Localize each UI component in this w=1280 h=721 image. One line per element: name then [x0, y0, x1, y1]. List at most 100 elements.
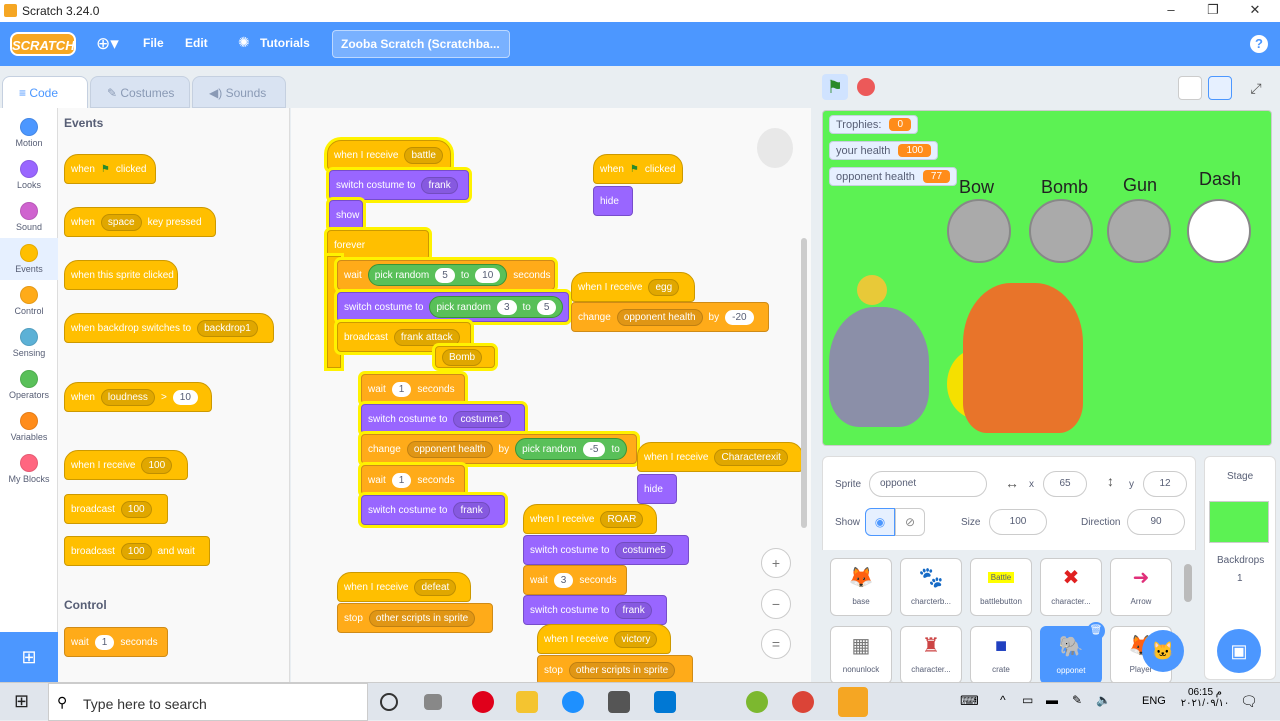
add-backdrop-icon[interactable]: ▣: [1217, 629, 1261, 673]
when-i-receive-block[interactable]: when I receive 100: [64, 450, 188, 480]
mail-icon[interactable]: [654, 691, 676, 713]
category-looks[interactable]: Looks: [0, 154, 58, 196]
category-sensing[interactable]: Sensing: [0, 322, 58, 364]
when-backdrop-switches-block[interactable]: when backdrop switches to backdrop1: [64, 313, 274, 343]
when-receive-battle-block[interactable]: when I receive battle: [327, 140, 451, 170]
sprite-thumb-nonunlock[interactable]: ▦ nonunlock: [830, 626, 892, 684]
tab-costumes[interactable]: ✎ Costumes: [90, 76, 190, 108]
volume-icon[interactable]: 🔈: [1096, 693, 1111, 707]
bow-icon[interactable]: [947, 199, 1011, 263]
zoom-reset-button[interactable]: =: [761, 629, 791, 659]
stage-thumbnail[interactable]: [1209, 501, 1269, 543]
wait-3-block[interactable]: wait 3 seconds: [523, 565, 627, 595]
dash-icon[interactable]: [1187, 199, 1251, 263]
forever-block[interactable]: forever: [327, 230, 429, 260]
switch-costume5-block[interactable]: switch costume to costume5: [523, 535, 689, 565]
category-events[interactable]: Events: [0, 238, 58, 280]
close-button[interactable]: ✕: [1240, 2, 1270, 20]
x-input[interactable]: 65: [1043, 471, 1087, 497]
windows-start-icon[interactable]: ⊞: [14, 691, 29, 712]
language-indicator[interactable]: ENG: [1142, 695, 1166, 707]
category-variables[interactable]: Variables: [0, 406, 58, 448]
cortana-icon[interactable]: [380, 693, 398, 711]
broadcast-block[interactable]: broadcast 100: [64, 494, 168, 524]
broadcast-and-wait-block[interactable]: broadcast 100 and wait: [64, 536, 210, 566]
switch-costume-frank-block-2[interactable]: switch costume to frank: [523, 595, 667, 625]
large-stage-icon[interactable]: [1208, 76, 1232, 100]
sprite-thumb-crate[interactable]: ■ crate: [970, 626, 1032, 684]
switch-costume-frank-block[interactable]: switch costume to frank: [361, 495, 505, 525]
opponet-sprite[interactable]: [829, 307, 929, 427]
when-sprite-clicked-block[interactable]: when this sprite clicked: [64, 260, 178, 290]
sprite-thumb-base[interactable]: 🦊 base: [830, 558, 892, 616]
when-loudness-block[interactable]: when loudness >10: [64, 382, 212, 412]
show-visible-icon[interactable]: ◉: [865, 508, 895, 536]
hide-block-2[interactable]: hide: [637, 474, 677, 504]
y-input[interactable]: 12: [1143, 471, 1187, 497]
add-sprite-icon[interactable]: 🐱: [1142, 630, 1184, 672]
bomb-dropdown[interactable]: Bomb: [435, 346, 495, 368]
when-flag-clicked-script[interactable]: when ⚑ clicked: [593, 154, 683, 184]
sprite-thumb-battlebutton[interactable]: Battle battlebutton: [970, 558, 1032, 616]
wait-1-block[interactable]: wait 1 seconds: [361, 374, 465, 404]
category-control[interactable]: Control: [0, 280, 58, 322]
hide-visible-icon[interactable]: ⊘: [895, 508, 925, 536]
sprite-thumb-character[interactable]: ♜ character...: [900, 626, 962, 684]
sprite-thumb-arrow[interactable]: ➜ Arrow: [1110, 558, 1172, 616]
green-flag-icon[interactable]: ⚑: [822, 74, 848, 100]
scratch-logo[interactable]: SCRATCH: [10, 32, 76, 56]
category-sound[interactable]: Sound: [0, 196, 58, 238]
wait-random-block[interactable]: wait pick random 5 to 10 seconds: [337, 260, 555, 290]
category-operators[interactable]: Operators: [0, 364, 58, 406]
when-receive-victory-block[interactable]: when I receive victory: [537, 624, 671, 654]
change-opponent-health-minus20-block[interactable]: change opponent health by -20: [571, 302, 769, 332]
category-my-blocks[interactable]: My Blocks: [0, 448, 58, 490]
wait-seconds-block[interactable]: wait 1 seconds: [64, 627, 168, 657]
store-icon[interactable]: [608, 691, 630, 713]
sprite-thumb-character-x[interactable]: ✖ character...: [1040, 558, 1102, 616]
taskbar-search-box[interactable]: ⚲ Type here to search: [48, 683, 368, 721]
stage-selector[interactable]: Stage Backdrops 1 ▣: [1204, 456, 1276, 680]
when-flag-clicked-block[interactable]: when ⚑ clicked: [64, 154, 156, 184]
change-opponent-health-block[interactable]: change opponent health by pick random -5 to: [361, 434, 637, 464]
stop-other-scripts-block-2[interactable]: stop other scripts in sprite: [537, 655, 693, 685]
hide-block[interactable]: hide: [593, 186, 633, 216]
opera-icon[interactable]: [472, 691, 494, 713]
vertical-scrollbar[interactable]: [801, 238, 807, 528]
add-extension-icon[interactable]: ⊞: [0, 632, 58, 682]
fullscreen-icon[interactable]: ⤢: [1244, 76, 1268, 100]
clock[interactable]: 06:15 م ٢٠٢١/٠٩/١٠: [1180, 687, 1230, 709]
when-receive-characterexit-block[interactable]: when I receive Characterexit: [637, 442, 803, 472]
small-stage-icon[interactable]: [1178, 76, 1202, 100]
network-icon[interactable]: ▭: [1022, 693, 1033, 707]
when-receive-roar-block[interactable]: when I receive ROAR: [523, 504, 657, 534]
sprite-name-input[interactable]: opponet: [869, 471, 987, 497]
app-green-icon[interactable]: [746, 691, 768, 713]
notifications-icon[interactable]: 🗨: [1240, 693, 1258, 710]
size-input[interactable]: 100: [989, 509, 1047, 535]
show-block[interactable]: show: [329, 200, 363, 230]
scratch-taskbar-icon[interactable]: [838, 687, 868, 717]
switch-costume1-block[interactable]: switch costume to costume1: [361, 404, 525, 434]
delete-sprite-icon[interactable]: 🗑: [1087, 622, 1105, 640]
zoom-out-button[interactable]: −: [761, 589, 791, 619]
help-icon[interactable]: ?: [1250, 35, 1268, 53]
sprite-list-scrollbar[interactable]: [1184, 564, 1192, 602]
stop-other-scripts-block[interactable]: stop other scripts in sprite: [337, 603, 493, 633]
switch-costume-random-block[interactable]: switch costume to pick random 3 to 5: [337, 292, 569, 322]
chevron-up-icon[interactable]: ^: [1000, 693, 1006, 707]
bomb-icon[interactable]: [1029, 199, 1093, 263]
stage[interactable]: Trophies: 0 your health 100 opponent healt…: [822, 110, 1272, 446]
category-motion[interactable]: Motion: [0, 112, 58, 154]
stop-sign-icon[interactable]: [857, 78, 875, 96]
minimize-button[interactable]: –: [1156, 2, 1186, 20]
file-explorer-icon[interactable]: [516, 691, 538, 713]
maximize-button[interactable]: ❐: [1198, 2, 1228, 20]
when-key-pressed-block[interactable]: when space key pressed: [64, 207, 216, 237]
globe-icon[interactable]: ⊕▾: [96, 34, 119, 54]
tab-code[interactable]: ≡ Code: [2, 76, 88, 108]
battery-icon[interactable]: ▬: [1046, 693, 1058, 707]
switch-costume-block[interactable]: switch costume to frank: [329, 170, 469, 200]
chrome-icon[interactable]: [792, 691, 814, 713]
scripts-area[interactable]: when I receive battle switch costume to fr…: [291, 108, 811, 685]
